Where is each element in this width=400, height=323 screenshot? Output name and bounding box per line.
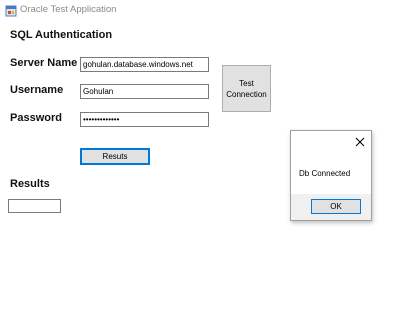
- password-input[interactable]: [80, 112, 209, 127]
- window-title: Oracle Test Application: [20, 4, 117, 15]
- app-window-icon: [5, 4, 17, 17]
- username-label: Username: [10, 84, 64, 96]
- dialog-footer: OK: [291, 194, 371, 220]
- results-output[interactable]: [8, 199, 61, 213]
- results-button[interactable]: Resuts: [80, 148, 150, 165]
- password-label: Password: [10, 112, 62, 124]
- close-icon[interactable]: [354, 135, 366, 147]
- title-bar: Oracle Test Application: [0, 0, 400, 20]
- username-input[interactable]: [80, 84, 209, 99]
- server-name-input[interactable]: [80, 57, 209, 72]
- message-dialog: Db Connected OK: [290, 130, 372, 221]
- ok-button[interactable]: OK: [311, 199, 361, 214]
- results-label: Results: [10, 178, 50, 190]
- server-name-label: Server Name: [10, 57, 78, 69]
- dialog-message: Db Connected: [299, 169, 351, 178]
- section-heading: SQL Authentication: [10, 29, 113, 41]
- test-connection-button[interactable]: Test Connection: [222, 65, 271, 112]
